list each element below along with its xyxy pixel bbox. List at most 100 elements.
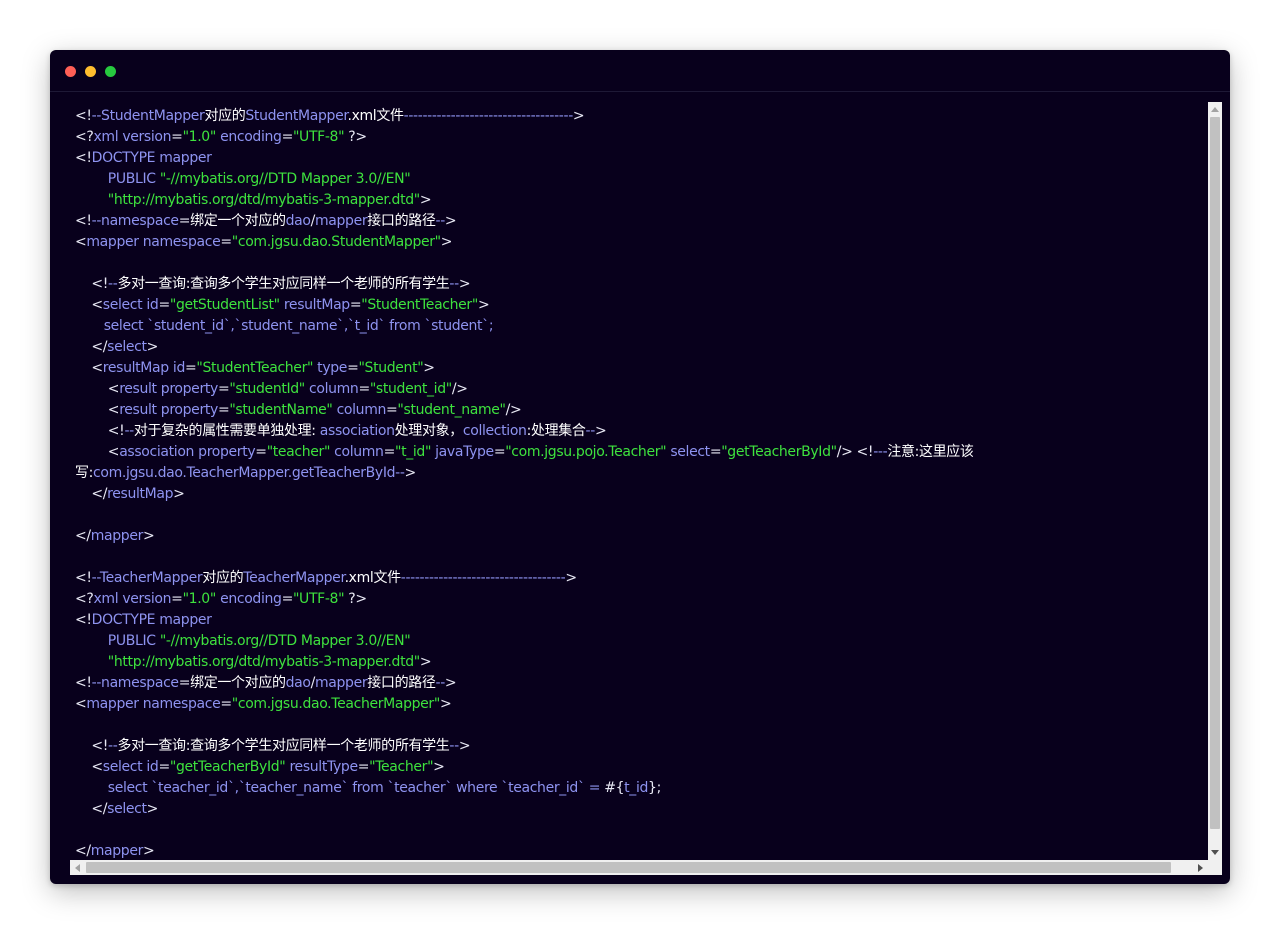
- code-line: </resultMap>: [75, 484, 1195, 505]
- code-token: /> <!: [836, 444, 874, 460]
- code-token: <: [75, 234, 87, 250]
- code-line: </mapper>: [75, 841, 1195, 860]
- code-token: >: [143, 843, 155, 859]
- code-token: 对于复杂的属性需要单独处理:: [133, 423, 320, 439]
- code-token: <: [75, 297, 103, 313]
- code-token: >: [419, 192, 432, 208]
- code-token: >: [444, 213, 457, 229]
- code-token: --: [449, 276, 459, 292]
- code-token: =: [493, 444, 506, 460]
- code-token: PUBLIC: [75, 171, 160, 187]
- code-token: =: [184, 360, 197, 376]
- code-token: =: [178, 675, 191, 691]
- maximize-window-button[interactable]: [105, 66, 116, 77]
- code-token: =: [220, 234, 232, 250]
- code-token: mapper: [90, 843, 144, 859]
- code-token: >: [143, 528, 155, 544]
- code-token: ?>: [344, 129, 367, 145]
- code-token: .xml文件: [344, 570, 402, 586]
- code-line: <!--namespace=绑定一个对应的dao/mapper接口的路径-->: [75, 211, 1195, 232]
- code-token: --namespace: [91, 675, 179, 691]
- code-token: ?>: [344, 591, 367, 607]
- code-token: </: [75, 528, 91, 544]
- code-token: "com.jgsu.dao.TeacherMapper": [231, 696, 441, 712]
- code-token: "Student": [358, 360, 424, 376]
- code-token: =: [178, 213, 191, 229]
- code-token: result property: [119, 381, 218, 397]
- code-token: "StudentTeacher": [196, 360, 314, 376]
- code-token: >: [477, 297, 490, 313]
- code-token: 接口的路径: [367, 675, 436, 691]
- horizontal-scrollbar[interactable]: [70, 860, 1208, 875]
- code-token: <: [75, 402, 120, 418]
- code-token: "UTF-8": [292, 591, 345, 607]
- code-token: 多对一查询:查询多个学生对应同样一个老师的所有学生: [117, 276, 450, 292]
- code-token: column: [330, 444, 384, 460]
- code-line: <mapper namespace="com.jgsu.dao.TeacherM…: [75, 694, 1195, 715]
- code-token: >: [458, 738, 471, 754]
- code-token: ------------------------------------: [403, 108, 574, 124]
- code-token: 绑定一个对应的: [190, 675, 286, 691]
- code-token: "Teacher": [369, 759, 434, 775]
- code-token: />: [505, 402, 522, 418]
- scroll-left-arrow-icon[interactable]: [75, 864, 80, 872]
- code-token: "-//mybatis.org//DTD Mapper 3.0//EN": [159, 633, 411, 649]
- vertical-scroll-thumb[interactable]: [1210, 117, 1220, 829]
- code-token: resultMap: [107, 486, 174, 502]
- code-token: >: [404, 465, 417, 481]
- code-token: DOCTYPE mapper: [91, 612, 212, 628]
- code-token: "com.jgsu.dao.StudentMapper": [231, 234, 441, 250]
- code-token: "1.0": [182, 129, 217, 145]
- code-token: 写:: [75, 465, 94, 481]
- code-line: <resultMap id="StudentTeacher" type="Stu…: [75, 358, 1195, 379]
- code-line: <!--TeacherMapper对应的TeacherMapper.xml文件-…: [75, 568, 1195, 589]
- code-token: =: [171, 129, 183, 145]
- horizontal-scroll-thumb[interactable]: [86, 862, 1171, 873]
- code-line: <!--多对一查询:查询多个学生对应同样一个老师的所有学生-->: [75, 274, 1195, 295]
- code-line: "http://mybatis.org/dtd/mybatis-3-mapper…: [75, 190, 1195, 211]
- scroll-up-arrow-icon[interactable]: [1211, 107, 1219, 112]
- code-token: <: [75, 696, 87, 712]
- code-token: <!: [75, 108, 92, 124]
- code-token: =: [281, 129, 294, 145]
- vertical-scrollbar[interactable]: [1208, 102, 1222, 860]
- code-token: --: [435, 675, 446, 691]
- code-token: =: [383, 444, 396, 460]
- code-token: "http://mybatis.org/dtd/mybatis-3-mapper…: [75, 654, 420, 670]
- code-token: </: [75, 843, 91, 859]
- code-line: <!--多对一查询:查询多个学生对应同样一个老师的所有学生-->: [75, 736, 1195, 757]
- minimize-window-button[interactable]: [85, 66, 96, 77]
- code-token: select: [666, 444, 710, 460]
- code-token: select id: [102, 297, 159, 313]
- code-token: </: [75, 801, 108, 817]
- code-token: >: [439, 696, 452, 712]
- code-token: select `teacher_id`,`teacher_name` from …: [75, 780, 605, 796]
- code-token: >: [419, 654, 432, 670]
- code-token: <: [75, 444, 120, 460]
- close-window-button[interactable]: [65, 66, 76, 77]
- code-token: "student_id": [369, 381, 452, 397]
- code-token: =: [357, 759, 370, 775]
- scroll-down-arrow-icon[interactable]: [1211, 850, 1219, 855]
- code-token: };: [648, 780, 661, 796]
- code-token: --: [435, 213, 446, 229]
- code-viewport[interactable]: <!--StudentMapper对应的StudentMapper.xml文件-…: [70, 102, 1208, 860]
- code-token: dao: [285, 675, 311, 691]
- code-line: <result property="studentId" column="stu…: [75, 379, 1195, 400]
- scroll-right-arrow-icon[interactable]: [1198, 864, 1203, 872]
- code-token: dao: [285, 213, 311, 229]
- code-token: =: [709, 444, 722, 460]
- code-token: encoding: [215, 129, 282, 145]
- code-line: <!--StudentMapper对应的StudentMapper.xml文件-…: [75, 106, 1195, 127]
- code-token: 接口的路径: [367, 213, 436, 229]
- code-token: <!: [75, 213, 92, 229]
- code-token: >: [173, 486, 185, 502]
- code-token: =: [349, 297, 362, 313]
- code-line: <!--对于复杂的属性需要单独处理: association处理对象，colle…: [75, 421, 1195, 442]
- code-token: select id: [102, 759, 159, 775]
- code-token: =: [358, 381, 370, 397]
- code-token: column: [304, 381, 359, 397]
